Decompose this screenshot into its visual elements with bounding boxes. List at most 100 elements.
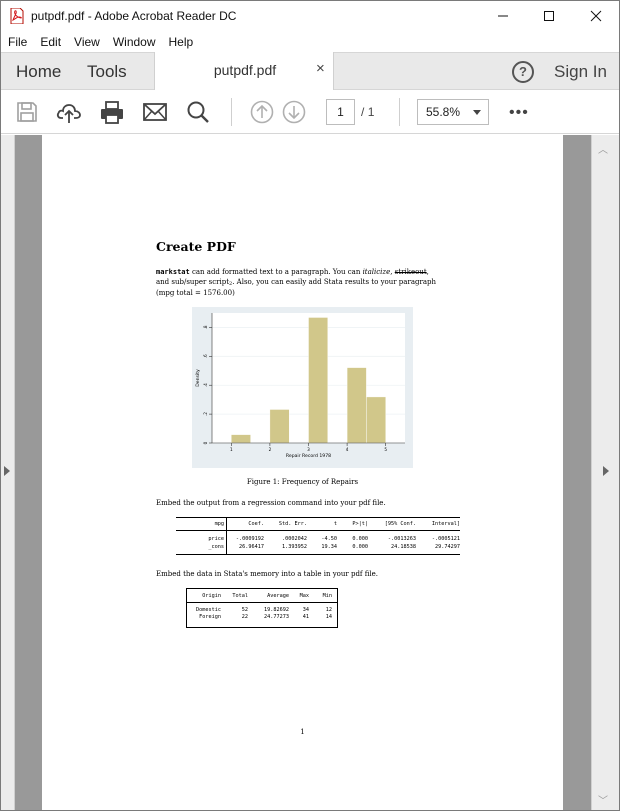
document-paragraph: markstat can add formatted text to a par…: [156, 268, 456, 299]
table-header-cell: Interval]: [431, 521, 460, 527]
table-header-cell: [95% Conf.: [384, 521, 416, 527]
histogram-bar: [308, 317, 328, 444]
tab-document[interactable]: putpdf.pdf ×: [154, 52, 334, 90]
page-number: 1: [300, 728, 305, 736]
menu-help[interactable]: Help: [162, 35, 200, 49]
table-header-cell: Origin: [202, 593, 221, 599]
upload-cloud-icon[interactable]: [56, 99, 82, 125]
histogram-chart: 0 .2 .4 .6 .8 1 2 3 4 5 Repair Record 1978 Density: [195, 313, 405, 459]
y-tick-label: .8: [203, 325, 208, 329]
histogram-bar: [366, 396, 386, 444]
search-icon[interactable]: [185, 99, 211, 125]
y-tick-label: .6: [203, 354, 208, 358]
table-cell: 19.34: [321, 544, 337, 550]
close-tab-button[interactable]: ×: [316, 60, 325, 77]
page-up-icon[interactable]: [249, 99, 275, 125]
table-header-cell: Min: [322, 593, 332, 599]
zoom-select[interactable]: 55.8%: [417, 99, 489, 125]
para-text: and sub/super script: [156, 277, 230, 286]
data-table: Origin Total Average Max Min Domestic 52 19.826…: [186, 588, 338, 628]
window-title: putpdf.pdf - Adobe Acrobat Reader DC: [31, 9, 237, 23]
expand-left-icon: [4, 466, 10, 476]
x-tick-label: 5: [384, 447, 387, 452]
table-cell: Domestic: [196, 607, 221, 613]
sign-in-button[interactable]: Sign In: [554, 62, 607, 82]
table-cell: price: [208, 536, 224, 542]
menu-view[interactable]: View: [67, 35, 106, 49]
title-bar: putpdf.pdf - Adobe Acrobat Reader DC: [1, 1, 619, 31]
toolbar-divider: [231, 98, 232, 126]
tab-tools[interactable]: Tools: [87, 62, 127, 82]
table-cell: .0002042: [282, 536, 307, 542]
save-icon[interactable]: [14, 99, 40, 125]
table-cell: 29.74297: [435, 544, 460, 550]
regression-table: mpg Coef. Std. Err. t P>|t| [95% Conf. Interva…: [176, 517, 460, 555]
help-button[interactable]: ?: [512, 61, 534, 83]
para-text: can add formatted text to a paragraph. Y…: [189, 268, 363, 276]
table-header-cell: t: [333, 521, 337, 527]
table-header-cell: Max: [299, 593, 309, 599]
x-tick-label: 2: [269, 447, 272, 452]
table-cell: -4.50: [321, 536, 337, 542]
chevron-down-icon: [473, 110, 481, 115]
table-cell: 14: [325, 614, 332, 620]
tab-document-label: putpdf.pdf: [213, 62, 277, 78]
table-cell: 52: [241, 607, 248, 613]
table-header-cell: Total: [232, 593, 248, 599]
document-viewer[interactable]: Create PDF markstat can add formatted te…: [1, 135, 619, 810]
command-name: markstat: [156, 268, 190, 276]
page-number-input[interactable]: 1: [326, 99, 355, 125]
x-tick-label: 4: [346, 447, 349, 452]
table-cell: 19.82692: [264, 607, 289, 613]
toolbar: 1 / 1 55.8% •••: [1, 90, 619, 134]
print-icon[interactable]: [99, 99, 125, 125]
table-cell: 22: [241, 614, 248, 620]
table-rule: [187, 602, 337, 603]
menu-file[interactable]: File: [1, 35, 33, 49]
table-cell: 1.393952: [282, 544, 307, 550]
scroll-down-icon[interactable]: ﹀: [598, 792, 608, 807]
page-down-icon[interactable]: [281, 99, 307, 125]
x-tick-label: 3: [307, 447, 310, 452]
table-cell: 0.000: [352, 544, 368, 550]
table-cell: Foreign: [199, 614, 221, 620]
table-cell: _cons: [208, 544, 224, 550]
table-header-cell: P>|t|: [352, 521, 368, 527]
scroll-up-icon[interactable]: ︿: [598, 141, 608, 156]
y-tick-label: .2: [203, 412, 208, 416]
left-pane-toggle[interactable]: [1, 135, 15, 810]
italic-text: italicize: [362, 268, 391, 276]
zoom-value: 55.8%: [426, 105, 461, 119]
table-cell: -.0013263: [387, 536, 416, 542]
table-cell: 34: [302, 607, 309, 613]
histogram-bar: [231, 434, 251, 444]
minimize-icon: [498, 15, 508, 17]
email-icon[interactable]: [142, 99, 168, 125]
table-header-cell: Coef.: [248, 521, 264, 527]
table-rule: [176, 517, 460, 518]
table-column-divider: [226, 517, 227, 554]
table-cell: 26.96417: [239, 544, 264, 550]
more-tools-button[interactable]: •••: [509, 104, 529, 122]
table-cell: 41: [302, 614, 309, 620]
page-separator: /: [361, 105, 365, 119]
para-text: ,: [426, 268, 429, 276]
table-cell: -.0005121: [431, 536, 460, 542]
right-pane-toggle[interactable]: ︿ ﹀: [591, 135, 619, 810]
tab-bar: Home Tools putpdf.pdf × ? Sign In: [1, 52, 619, 90]
y-tick-label: 0: [203, 441, 208, 444]
menu-edit[interactable]: Edit: [33, 35, 67, 49]
menu-bar: File Edit View Window Help: [1, 31, 619, 52]
document-heading: Create PDF: [156, 239, 236, 254]
page-total: 1: [367, 105, 375, 119]
toolbar-divider: [399, 98, 400, 126]
histogram-figure: 0 .2 .4 .6 .8 1 2 3 4 5 Repair Record 1978 Density: [192, 307, 413, 468]
acrobat-app-icon: [10, 8, 24, 24]
minimize-button[interactable]: [480, 1, 526, 31]
menu-window[interactable]: Window: [106, 35, 162, 49]
tab-home[interactable]: Home: [16, 62, 61, 82]
maximize-button[interactable]: [526, 1, 572, 31]
table-header-cell: mpg: [214, 521, 224, 527]
table-cell: 24.18538: [391, 544, 416, 550]
close-window-button[interactable]: [573, 1, 619, 31]
